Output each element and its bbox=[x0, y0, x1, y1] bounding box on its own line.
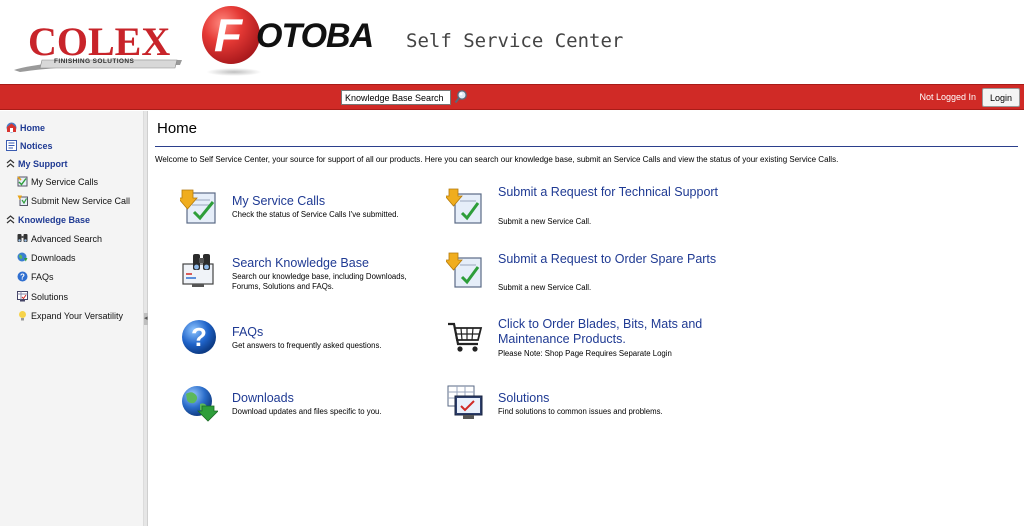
tile-downloads[interactable]: Downloads Download updates and files spe… bbox=[180, 384, 440, 428]
sidebar-item-label: FAQs bbox=[31, 272, 54, 282]
sidebar-item-label: Downloads bbox=[31, 253, 76, 263]
sidebar-item-label: Solutions bbox=[31, 292, 69, 302]
service-calls-icon bbox=[180, 189, 216, 224]
welcome-text: Welcome to Self Service Center, your sou… bbox=[155, 155, 839, 164]
sidebar-item-label: Notices bbox=[20, 141, 53, 151]
submit-call-icon bbox=[17, 195, 28, 206]
sidebar-item-label: Home bbox=[20, 123, 46, 133]
lightbulb-icon bbox=[19, 311, 26, 321]
sidebar-item-label: Knowledge Base bbox=[18, 215, 91, 225]
collapse-icon bbox=[6, 215, 15, 224]
submit-call-icon bbox=[446, 252, 482, 288]
question-icon: ? bbox=[17, 271, 28, 282]
sidebar-item-solutions[interactable]: Solutions bbox=[0, 288, 144, 306]
sidebar-item-my-support[interactable]: My Support bbox=[0, 155, 144, 173]
tile-submit-technical-support[interactable]: Submit a Request for Technical Support S… bbox=[446, 185, 718, 232]
tile-faqs[interactable]: ? FAQs Get answers to frequently asked q… bbox=[180, 318, 440, 362]
tile-title[interactable]: Submit a Request to Order Spare Parts bbox=[498, 252, 728, 267]
sidebar-item-faqs[interactable]: ? FAQs bbox=[0, 268, 144, 286]
title-divider bbox=[155, 146, 1018, 147]
fotoba-logo[interactable]: F OTOBA bbox=[200, 6, 380, 76]
tile-description: Please Note: Shop Page Requires Separate… bbox=[498, 349, 672, 358]
sidebar-item-submit-new-service-call[interactable]: Submit New Service Call bbox=[0, 192, 144, 210]
tile-search-knowledge-base[interactable]: Search Knowledge Base Search our knowled… bbox=[180, 252, 440, 296]
sidebar-item-knowledge-base[interactable]: Knowledge Base bbox=[0, 211, 144, 229]
sidebar-item-advanced-search[interactable]: Advanced Search bbox=[0, 230, 144, 248]
sidebar-item-label: Advanced Search bbox=[31, 234, 103, 244]
sidebar-item-label: My Support bbox=[18, 159, 68, 169]
notices-icon bbox=[6, 140, 17, 151]
collapse-icon bbox=[6, 159, 15, 168]
fotoba-logo-text: OTOBA bbox=[256, 17, 374, 55]
question-icon: ? bbox=[182, 320, 216, 354]
tile-title[interactable]: My Service Calls bbox=[232, 194, 442, 209]
tile-title[interactable]: Submit a Request for Technical Support bbox=[498, 185, 728, 200]
binoculars-icon bbox=[17, 234, 28, 242]
tile-title[interactable]: FAQs bbox=[232, 325, 442, 340]
sidebar-item-notices[interactable]: Notices bbox=[0, 137, 144, 155]
sidebar-item-expand-your-versatility[interactable]: Expand Your Versatility bbox=[0, 307, 144, 325]
tile-description: Search our knowledge base, including Dow… bbox=[232, 272, 407, 291]
page-title: Home bbox=[157, 120, 198, 137]
solutions-icon bbox=[447, 385, 483, 419]
sidebar-item-my-service-calls[interactable]: My Service Calls bbox=[0, 173, 144, 191]
tile-solutions[interactable]: Solutions Find solutions to common issue… bbox=[446, 384, 716, 428]
tile-title[interactable]: Solutions bbox=[498, 391, 708, 406]
tile-title[interactable]: Click to Order Blades, Bits, Mats and Ma… bbox=[498, 317, 728, 347]
fotoba-logo-shadow bbox=[206, 68, 262, 76]
tile-title[interactable]: Search Knowledge Base bbox=[232, 256, 442, 271]
globe-download-icon bbox=[17, 252, 28, 262]
svg-text:?: ? bbox=[191, 322, 207, 352]
sidebar-splitter[interactable]: ◂ bbox=[144, 111, 148, 526]
tile-my-service-calls[interactable]: My Service Calls Check the status of Ser… bbox=[180, 188, 430, 232]
sidebar-item-home[interactable]: Home bbox=[0, 119, 144, 137]
tile-description: Find solutions to common issues and prob… bbox=[498, 407, 663, 416]
sidebar-nav: Home Notices My Support My Service Calls bbox=[0, 111, 144, 526]
login-status-text: Not Logged In bbox=[919, 92, 976, 102]
colex-logo[interactable]: COLEX FINISHING SOLUTIONS bbox=[12, 10, 184, 72]
tile-description: Get answers to frequently asked question… bbox=[232, 341, 382, 350]
knowledge-base-search-input[interactable] bbox=[341, 90, 451, 105]
tile-order-spare-parts[interactable]: Submit a Request to Order Spare Parts Su… bbox=[446, 252, 716, 296]
globe-download-icon bbox=[182, 386, 218, 422]
sidebar-item-label: Expand Your Versatility bbox=[31, 311, 124, 321]
magnifier-icon[interactable] bbox=[454, 89, 468, 105]
home-icon bbox=[6, 122, 17, 133]
service-calls-icon bbox=[17, 176, 28, 187]
main-content: Home Welcome to Self Service Center, you… bbox=[149, 111, 1024, 526]
tile-order-blades-shop[interactable]: Click to Order Blades, Bits, Mats and Ma… bbox=[446, 317, 716, 362]
binoculars-icon bbox=[182, 254, 214, 287]
tile-description: Submit a new Service Call. bbox=[498, 217, 592, 226]
tile-description: Submit a new Service Call. bbox=[498, 283, 592, 292]
site-title: Self Service Center bbox=[406, 30, 624, 52]
tile-description: Download updates and files specific to y… bbox=[232, 407, 382, 416]
tile-title[interactable]: Downloads bbox=[232, 391, 442, 406]
login-button[interactable]: Login bbox=[982, 88, 1020, 107]
tile-description: Check the status of Service Calls I've s… bbox=[232, 210, 399, 219]
sidebar-item-downloads[interactable]: Downloads bbox=[0, 249, 144, 267]
shopping-cart-icon bbox=[448, 322, 483, 352]
solutions-icon bbox=[17, 291, 28, 302]
sidebar-item-label: My Service Calls bbox=[31, 177, 99, 187]
sidebar-item-label: Submit New Service Call bbox=[31, 196, 131, 206]
collapse-arrow-icon[interactable]: ◂ bbox=[144, 315, 148, 323]
svg-text:?: ? bbox=[20, 273, 25, 282]
submit-call-icon bbox=[446, 188, 482, 224]
fotoba-logo-initial: F bbox=[214, 9, 243, 61]
top-toolbar: Not Logged In Login bbox=[0, 84, 1024, 110]
site-header: COLEX FINISHING SOLUTIONS F OTOBA Self S… bbox=[0, 0, 1024, 84]
colex-tagline: FINISHING SOLUTIONS bbox=[54, 58, 135, 65]
